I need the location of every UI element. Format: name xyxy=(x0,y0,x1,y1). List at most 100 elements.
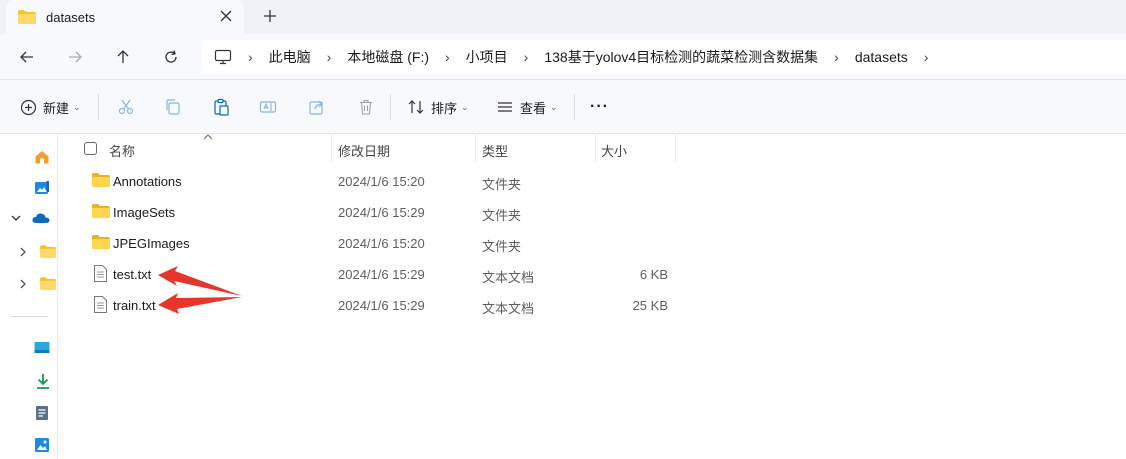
command-bar: 新建 ⌄ 排序 ⌄ 查看 ⌄ ··· xyxy=(0,80,1126,134)
folder-icon xyxy=(40,277,56,290)
file-type: 文件夹 xyxy=(482,239,522,254)
file-name: Annotations xyxy=(113,174,182,189)
sort-button-label: 排序 xyxy=(431,100,458,116)
sidebar-item-pictures[interactable] xyxy=(34,437,50,453)
chevron-right-icon: › xyxy=(326,49,332,65)
breadcrumb-small-project[interactable]: 小项目 xyxy=(466,47,508,67)
file-row-imagesets[interactable]: ImageSets 2024/1/6 15:29 文件夹 xyxy=(78,197,698,228)
arrow-left-icon xyxy=(20,51,33,63)
column-divider[interactable] xyxy=(595,135,596,162)
refresh-button[interactable] xyxy=(160,46,182,68)
sidebar-item-folder-2[interactable] xyxy=(18,277,56,290)
paste-button[interactable] xyxy=(212,95,230,119)
more-options-button[interactable]: ··· xyxy=(590,95,609,119)
download-icon xyxy=(37,374,49,389)
breadcrumb-this-pc[interactable]: 此电脑 xyxy=(269,47,311,67)
chevron-down-icon: ⌄ xyxy=(461,101,469,112)
chevron-right-icon[interactable]: › xyxy=(924,49,929,65)
sidebar-divider xyxy=(10,316,48,317)
file-date: 2024/1/6 15:20 xyxy=(338,174,425,189)
home-icon xyxy=(35,151,49,164)
toolbar-divider xyxy=(390,94,391,120)
rename-button[interactable] xyxy=(259,95,277,119)
sort-ascending-icon xyxy=(203,134,213,140)
column-header-name[interactable]: 名称 xyxy=(109,141,135,160)
breadcrumb-datasets[interactable]: datasets xyxy=(855,49,908,65)
chevron-right-icon: › xyxy=(445,49,450,65)
chevron-down-icon: ⌄ xyxy=(550,101,558,112)
cut-button[interactable] xyxy=(117,95,135,119)
file-date: 2024/1/6 15:29 xyxy=(338,267,425,282)
new-button[interactable]: 新建 ⌄ xyxy=(20,95,81,119)
chevron-right-icon: › xyxy=(834,49,839,65)
file-list: 名称 修改日期 类型 大小 Annotations 2024/1/6 15:20… xyxy=(78,134,1126,459)
toolbar-divider xyxy=(574,94,575,120)
new-button-label: 新建 xyxy=(43,100,70,116)
address-bar[interactable]: › 此电脑 › 本地磁盘 (F:) › 小项目 › 138基于yolov4目标检… xyxy=(202,40,1126,74)
copy-icon xyxy=(166,99,180,115)
sidebar-item-folder-1[interactable] xyxy=(18,245,56,258)
breadcrumb-local-disk[interactable]: 本地磁盘 (F:) xyxy=(347,47,429,67)
arrow-right-icon xyxy=(69,51,82,63)
view-button[interactable]: 查看 ⌄ xyxy=(496,95,558,119)
file-row-jpegimages[interactable]: JPEGImages 2024/1/6 15:20 文件夹 xyxy=(78,228,698,259)
file-name: ImageSets xyxy=(113,205,176,220)
file-size: 25 KB xyxy=(632,298,668,313)
file-type: 文本文档 xyxy=(482,301,535,316)
file-type: 文件夹 xyxy=(482,208,522,223)
file-name: train.txt xyxy=(113,298,156,313)
file-row-train-txt[interactable]: train.txt 2024/1/6 15:29 文本文档 25 KB xyxy=(78,290,698,321)
up-button[interactable] xyxy=(112,46,134,68)
back-button[interactable] xyxy=(16,46,38,68)
file-date: 2024/1/6 15:20 xyxy=(338,236,425,251)
view-button-label: 查看 xyxy=(520,100,547,116)
column-divider[interactable] xyxy=(675,135,676,162)
more-icon: ··· xyxy=(590,98,609,115)
chevron-right-icon: › xyxy=(248,49,253,65)
sidebar-item-downloads[interactable] xyxy=(36,373,50,389)
plus-icon xyxy=(264,10,276,22)
file-type: 文件夹 xyxy=(482,177,522,192)
text-file-icon xyxy=(94,296,107,313)
chevron-down-icon xyxy=(11,215,21,221)
sidebar-item-desktop[interactable] xyxy=(34,341,50,355)
tab-datasets[interactable]: datasets xyxy=(6,0,244,34)
share-button[interactable] xyxy=(308,95,326,119)
sidebar-item-documents[interactable] xyxy=(35,405,49,421)
sidebar-item-gallery[interactable] xyxy=(34,180,50,196)
column-header-date[interactable]: 修改日期 xyxy=(338,141,390,160)
view-list-icon xyxy=(498,102,512,112)
chevron-right-icon xyxy=(20,279,26,288)
folder-icon xyxy=(92,173,110,187)
navigation-bar: › 此电脑 › 本地磁盘 (F:) › 小项目 › 138基于yolov4目标检… xyxy=(0,34,1126,80)
copy-button[interactable] xyxy=(164,95,182,119)
column-header-size[interactable]: 大小 xyxy=(601,141,627,160)
column-divider[interactable] xyxy=(331,135,332,162)
share-icon xyxy=(309,100,323,115)
column-header-row: 名称 修改日期 类型 大小 xyxy=(78,134,1126,162)
folder-icon xyxy=(18,10,36,24)
sort-button[interactable]: 排序 ⌄ xyxy=(407,95,469,119)
delete-button[interactable] xyxy=(357,95,375,119)
close-tab-icon[interactable] xyxy=(218,8,234,24)
file-row-annotations[interactable]: Annotations 2024/1/6 15:20 文件夹 xyxy=(78,166,698,197)
sidebar-item-onedrive[interactable] xyxy=(10,212,50,224)
tab-bar: datasets xyxy=(0,0,1126,34)
file-row-test-txt[interactable]: test.txt 2024/1/6 15:29 文本文档 6 KB xyxy=(78,259,698,290)
tab-title: datasets xyxy=(46,9,96,25)
select-all-checkbox[interactable] xyxy=(84,142,97,155)
rename-icon xyxy=(259,101,277,113)
new-tab-button[interactable] xyxy=(260,6,280,26)
column-divider[interactable] xyxy=(475,135,476,162)
file-size: 6 KB xyxy=(639,267,668,282)
folder-icon xyxy=(92,204,110,218)
column-header-type[interactable]: 类型 xyxy=(482,141,508,160)
plus-circle-icon xyxy=(20,99,37,115)
sidebar-item-home[interactable] xyxy=(34,149,50,165)
document-icon xyxy=(36,406,48,420)
forward-button[interactable] xyxy=(64,46,86,68)
refresh-icon xyxy=(165,50,177,63)
breadcrumb-project-folder[interactable]: 138基于yolov4目标检测的蔬菜检测含数据集 xyxy=(544,47,818,67)
text-file-icon xyxy=(94,265,107,282)
file-name: JPEGImages xyxy=(113,236,190,251)
